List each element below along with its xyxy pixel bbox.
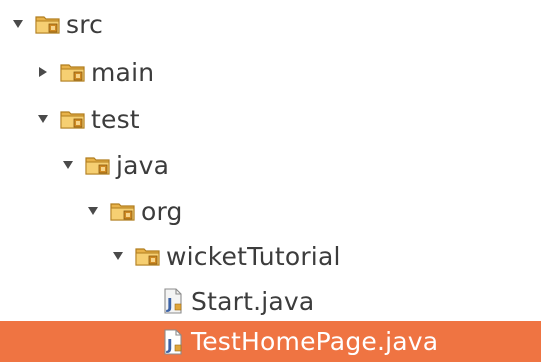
java-file-icon: J <box>159 328 187 355</box>
package-folder-icon <box>59 59 87 85</box>
svg-text:J: J <box>166 336 173 354</box>
expanded-arrow-icon[interactable] <box>62 158 74 172</box>
expanded-arrow-icon[interactable] <box>12 17 24 31</box>
expanded-arrow-icon[interactable] <box>112 249 124 263</box>
project-explorer-tree: src main test java org wicketTutorial J … <box>0 0 541 362</box>
tree-row-label: wicketTutorial <box>166 241 341 271</box>
tree-row-org[interactable]: org <box>0 187 541 235</box>
package-folder-icon <box>59 106 87 132</box>
tree-row-label: Start.java <box>191 286 315 316</box>
tree-row-src[interactable]: src <box>0 0 541 48</box>
tree-row-label: org <box>141 196 183 226</box>
tree-row-testhomepage-java[interactable]: J TestHomePage.java <box>0 321 541 362</box>
tree-row-label: TestHomePage.java <box>191 327 439 356</box>
tree-row-label: main <box>91 57 155 87</box>
package-folder-icon <box>109 198 137 224</box>
tree-row-label: test <box>91 104 140 134</box>
tree-row-test[interactable]: test <box>0 95 541 143</box>
tree-row-label: src <box>66 9 104 39</box>
expanded-arrow-icon[interactable] <box>37 112 49 126</box>
tree-row-start-java[interactable]: J Start.java <box>0 277 541 325</box>
package-folder-icon <box>84 152 112 178</box>
package-folder-icon <box>134 243 162 269</box>
tree-row-wickettutorial[interactable]: wicketTutorial <box>0 232 541 280</box>
tree-row-label: java <box>116 150 170 180</box>
collapsed-arrow-icon[interactable] <box>37 65 49 79</box>
tree-row-java[interactable]: java <box>0 141 541 189</box>
java-file-icon: J <box>159 288 187 314</box>
tree-row-main[interactable]: main <box>0 48 541 96</box>
expanded-arrow-icon[interactable] <box>87 204 99 218</box>
package-folder-icon <box>34 11 62 37</box>
svg-text:J: J <box>166 295 173 313</box>
